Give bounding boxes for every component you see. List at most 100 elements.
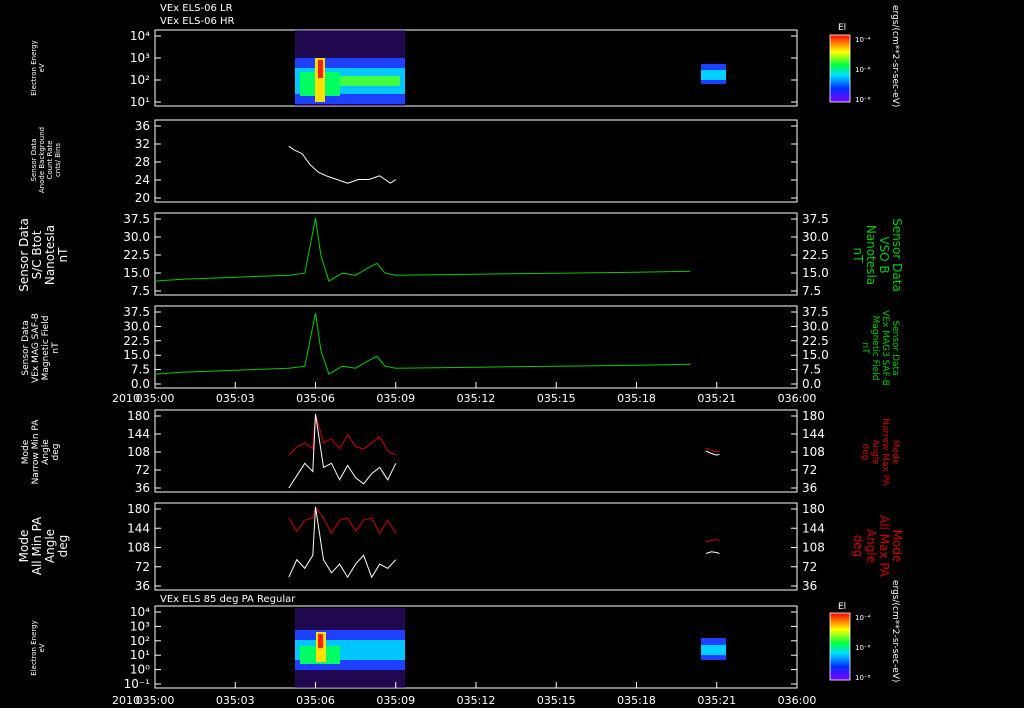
y-tick-label: 37.5: [123, 305, 150, 319]
y-tick-label-right: 22.5: [802, 248, 829, 262]
y-tick-label: 36: [135, 481, 150, 495]
colorbar-2-label: El: [838, 602, 846, 612]
y-axis-label: Magnetic Field: [41, 316, 51, 381]
header-line-2: VEx ELS-06 HR: [160, 16, 235, 27]
y-axis-label-right: VEx MAG3 SAF-B: [880, 310, 890, 386]
y-axis-label: Sensor Data: [21, 320, 31, 375]
y-tick-label: 144: [127, 427, 150, 441]
x-tick-label: 035:21: [697, 694, 736, 707]
y-axis-label-right: Sensor Data: [890, 218, 904, 292]
y-tick-label: 10¹: [130, 95, 150, 109]
y-tick-label-right: 7.5: [802, 284, 821, 298]
x-tick-label: 035:15: [537, 694, 576, 707]
y-tick-label: 24: [135, 173, 150, 187]
y-tick-label: 30.0: [123, 319, 150, 333]
y-tick-label: 0.0: [131, 377, 150, 391]
x-tick-label: 035:21: [697, 392, 736, 405]
y-tick-label-right: 37.5: [802, 305, 829, 319]
panel-1-frame: [154, 29, 798, 107]
y-tick-label: 10⁰: [130, 663, 150, 677]
x-tick-label: 035:18: [617, 694, 656, 707]
x-tick-label: 035:18: [617, 392, 656, 405]
y-tick-label: 36: [135, 579, 150, 593]
colorbar-1-tick: 10⁻⁸: [855, 96, 871, 104]
y-tick-label: 10²: [130, 634, 150, 648]
y-tick-label: 15.0: [123, 348, 150, 362]
colorbar-unit-2: ergs/(cm**2-sr-sec-eV): [890, 580, 900, 682]
y-axis-label: deg: [51, 444, 61, 461]
y-tick-label-right: 37.5: [802, 212, 829, 226]
x-tick-label: 035:09: [376, 392, 415, 405]
y-axis-label-right: Angle: [864, 529, 878, 563]
y-tick-label-right: 108: [802, 541, 825, 555]
y-tick-label: 72: [135, 463, 150, 477]
y-axis-label-right: Magnetic Field: [870, 316, 880, 381]
y-tick-label-right: 72: [802, 560, 817, 574]
y-tick-label: 22.5: [123, 248, 150, 262]
colorbar-1-tick: 10⁻⁴: [855, 36, 871, 44]
panel-5-frame: [154, 409, 798, 493]
y-axis-label: Nanotesla: [43, 225, 57, 285]
y-tick-label-right: 30.0: [802, 319, 829, 333]
y-tick-label-right: 15.0: [802, 348, 829, 362]
y-axis-label: All Min PA: [30, 516, 44, 575]
y-axis-label-right: deg: [851, 535, 865, 558]
y-tick-label: 10⁴: [130, 29, 150, 43]
y-tick-label: 108: [127, 445, 150, 459]
y-tick-label-right: 108: [802, 445, 825, 459]
y-axis-label: Electron Energy: [30, 620, 38, 675]
y-tick-label: 10²: [130, 73, 150, 87]
colorbar-1: [829, 34, 851, 103]
y-axis-label: eV: [38, 63, 46, 72]
y-tick-label: 10³: [130, 619, 150, 633]
y-tick-label-right: 7.5: [802, 363, 821, 377]
x-tick-label: 036:00: [778, 694, 817, 707]
colorbar-unit-1: ergs/(cm**2-sr-sec-eV): [890, 5, 900, 107]
y-axis-label: Mode: [21, 439, 31, 464]
y-tick-label: 7.5: [131, 284, 150, 298]
y-tick-label-right: 180: [802, 409, 825, 423]
x-tick-label: 035:12: [457, 694, 496, 707]
y-axis-label: eV: [38, 643, 46, 652]
y-tick-label-right: 180: [802, 502, 825, 516]
colorbar-2-tick: 10⁻⁶: [855, 644, 871, 652]
y-tick-label: 36: [135, 119, 150, 133]
y-tick-label: 10¹: [130, 648, 150, 662]
y-axis-label: cnts/ Bins: [54, 143, 62, 177]
panel-4-frame: [154, 305, 798, 389]
y-axis-label-right: Nanotesla: [864, 225, 878, 285]
y-axis-label: Count Rate: [46, 140, 54, 179]
y-tick-label: 37.5: [123, 212, 150, 226]
y-tick-label: 15.0: [123, 266, 150, 280]
y-tick-label: 20: [135, 191, 150, 205]
x-tick-label: 036:00: [778, 392, 817, 405]
colorbar-1-label: El: [838, 23, 846, 33]
y-axis-label-right: All Max PA: [877, 515, 891, 578]
panel-7-title: VEx ELS 85 deg PA Regular: [160, 594, 296, 605]
series-line: [288, 145, 397, 184]
y-axis-label: S/C Btot: [30, 230, 44, 279]
y-axis-label: VEx MAG SAF-B: [31, 313, 41, 383]
panel-3-frame: [154, 212, 798, 296]
y-axis-label-right: Mode: [890, 440, 900, 465]
y-tick-label: 10³: [130, 51, 150, 65]
y-axis-label-right: deg: [860, 444, 870, 461]
y-tick-label: 30.0: [123, 230, 150, 244]
x-tick-label: 035:03: [216, 694, 255, 707]
x-tick-label: 035:06: [296, 694, 335, 707]
y-axis-label: Anode Background: [38, 127, 46, 193]
y-tick-label-right: 30.0: [802, 230, 829, 244]
x-tick-label: 035:00: [136, 392, 175, 405]
y-axis-label-right: VSO B: [877, 236, 891, 273]
y-tick-label: 180: [127, 502, 150, 516]
y-axis-label: Electron Energy: [30, 40, 38, 95]
x-tick-label: 035:00: [136, 694, 175, 707]
y-tick-label: 28: [135, 155, 150, 169]
spectrogram-7: [295, 608, 726, 688]
y-axis-label: deg: [56, 535, 70, 558]
panel-2-frame: [154, 119, 798, 203]
spectrogram-1: [295, 30, 726, 106]
y-tick-label: 22.5: [123, 334, 150, 348]
y-tick-label-right: 36: [802, 481, 817, 495]
y-axis-label-right: Mode: [890, 530, 904, 563]
